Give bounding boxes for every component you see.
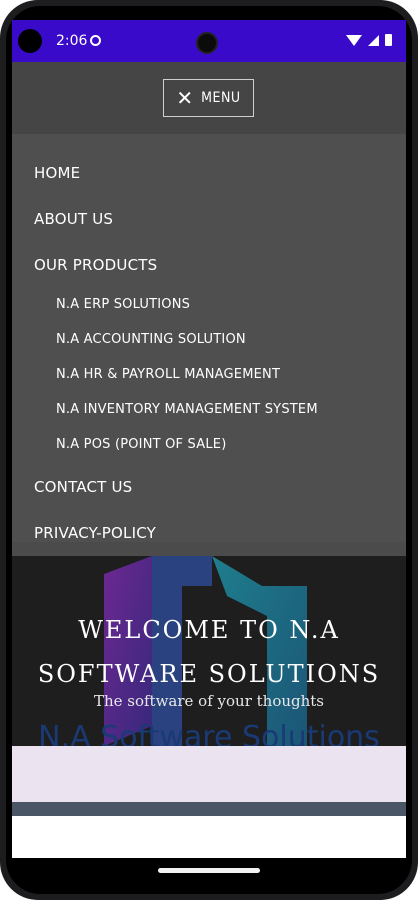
status-icons [346, 34, 392, 46]
menu-toggle-button[interactable]: ✕ MENU [163, 79, 254, 117]
close-icon: ✕ [176, 86, 194, 110]
preview-image-strip [12, 802, 406, 816]
submenu-item-hr-payroll[interactable]: N.A HR & PAYROLL MANAGEMENT [56, 367, 280, 382]
phone-frame: 2:06 ✕ MENU HOME ABOUT US OUR PRODUCTS N… [0, 0, 418, 900]
hero-tagline: The software of your thoughts [93, 692, 325, 710]
notification-icon [90, 35, 101, 46]
submenu-item-erp[interactable]: N.A ERP SOLUTIONS [56, 297, 190, 312]
page-background [12, 816, 406, 858]
menu-item-contact-us[interactable]: CONTACT US [34, 478, 132, 496]
content-band [12, 746, 406, 802]
home-gesture-handle[interactable] [158, 868, 260, 873]
front-camera [18, 29, 42, 53]
signal-icon [368, 34, 379, 46]
navigation-menu: HOME ABOUT US OUR PRODUCTS N.A ERP SOLUT… [12, 134, 406, 542]
submenu-item-pos[interactable]: N.A POS (POINT OF SALE) [56, 437, 226, 452]
submenu-item-accounting[interactable]: N.A ACCOUNTING SOLUTION [56, 332, 246, 347]
menu-item-about-us[interactable]: ABOUT US [34, 210, 113, 228]
hero-banner: WELCOME TO N.A SOFTWARE SOLUTIONS The so… [12, 556, 406, 746]
status-bar: 2:06 [12, 20, 406, 62]
status-time: 2:06 [56, 33, 88, 49]
submenu-item-inventory[interactable]: N.A INVENTORY MANAGEMENT SYSTEM [56, 402, 318, 417]
menu-item-our-products[interactable]: OUR PRODUCTS [34, 256, 157, 274]
hero-brand-name: N.A Software Solutions [38, 720, 380, 746]
wifi-icon [346, 34, 362, 46]
menu-item-home[interactable]: HOME [34, 164, 80, 182]
battery-icon [385, 34, 392, 46]
camera-punch-hole [196, 32, 218, 54]
hero-title-line-1: WELCOME TO N.A [78, 616, 340, 644]
hero-title-line-2: SOFTWARE SOLUTIONS [37, 660, 381, 688]
menu-header: ✕ MENU [12, 62, 406, 134]
screen: 2:06 ✕ MENU HOME ABOUT US OUR PRODUCTS N… [12, 20, 406, 886]
company-logo-graphic [104, 556, 307, 746]
menu-item-privacy-policy[interactable]: PRIVACY-POLICY [34, 524, 156, 542]
phone-bezel: 2:06 ✕ MENU HOME ABOUT US OUR PRODUCTS N… [6, 6, 412, 894]
menu-toggle-label: MENU [201, 90, 241, 106]
system-navigation-bar [12, 858, 406, 886]
